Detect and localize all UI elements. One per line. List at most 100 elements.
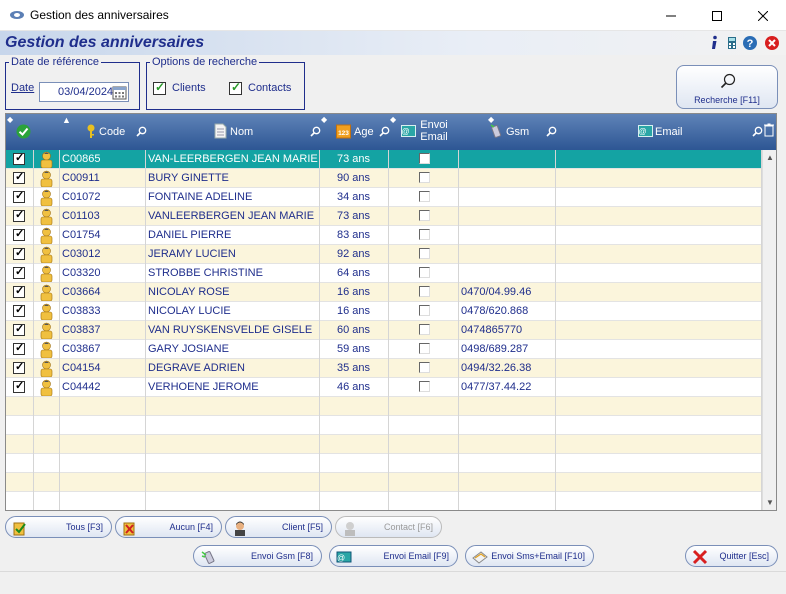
table-row[interactable]: C01072 FONTAINE ADELINE 34 ans — [6, 188, 762, 207]
svg-text:@: @ — [638, 127, 646, 136]
exit-icon[interactable] — [764, 35, 780, 51]
cell-email — [556, 435, 762, 454]
quit-button[interactable]: Quitter [Esc] — [685, 545, 778, 567]
grid-vertical-scrollbar[interactable]: ▲ ▼ — [762, 150, 776, 510]
calendar-123-icon: 123 — [336, 124, 351, 139]
cell-age: 16 ans — [320, 302, 389, 321]
row-select-checkbox[interactable] — [13, 227, 25, 241]
select-none-button[interactable]: Aucun [F4] — [115, 516, 222, 538]
col-envoi-email-label: Envoi Email — [420, 119, 448, 143]
col-code-label: Code — [99, 126, 126, 138]
cell-code-text: C03012 — [62, 248, 101, 260]
table-row[interactable]: C04154 DEGRAVE ADRIEN 35 ans 0494/32.26.38 — [6, 359, 762, 378]
row-select-checkbox[interactable] — [13, 341, 25, 355]
contacts-label: Contacts — [248, 82, 292, 94]
trash-icon[interactable] — [764, 123, 774, 137]
table-row[interactable]: C01103 VANLEERBERGEN JEAN MARIE 73 ans — [6, 207, 762, 226]
cell-envoi — [389, 397, 459, 416]
contact-button[interactable]: Contact [F6] — [335, 516, 442, 538]
cell-code-text: C01754 — [62, 229, 101, 241]
info-icon[interactable] — [706, 35, 722, 51]
calendar-icon[interactable] — [112, 85, 127, 100]
cell-icon — [34, 435, 60, 454]
clients-checkbox[interactable] — [153, 80, 166, 95]
col-header-select[interactable] — [6, 114, 34, 150]
cell-code: C00911 — [60, 169, 146, 188]
send-email-checkbox[interactable] — [419, 343, 430, 354]
cell-gsm — [459, 473, 556, 492]
send-email-checkbox[interactable] — [419, 267, 430, 278]
send-email-checkbox[interactable] — [419, 172, 430, 183]
contacts-checkbox[interactable] — [229, 80, 242, 95]
table-row[interactable]: C00865 VAN-LEERBERGEN JEAN MARIE 73 ans — [6, 150, 762, 169]
maximize-button[interactable] — [694, 0, 740, 31]
send-email-checkbox[interactable] — [419, 286, 430, 297]
cell-age: 73 ans — [320, 207, 389, 226]
help-icon[interactable]: ? — [742, 35, 758, 51]
col-header-email[interactable]: @ Email — [556, 114, 776, 150]
cell-age-text: 34 ans — [337, 191, 371, 203]
send-email-checkbox[interactable] — [419, 229, 430, 240]
search-button[interactable]: Recherche [F11] — [676, 65, 778, 109]
col-header-code[interactable]: Code — [60, 114, 147, 150]
row-select-checkbox[interactable] — [13, 322, 25, 336]
scroll-up-icon[interactable]: ▲ — [766, 153, 774, 162]
table-row[interactable]: C04442 VERHOENE JEROME 46 ans 0477/37.44.22 — [6, 378, 762, 397]
table-row[interactable]: C03833 NICOLAY LUCIE 16 ans 0478/620.868 — [6, 302, 762, 321]
col-header-age[interactable]: 123 Age — [320, 114, 390, 150]
send-email-checkbox[interactable] — [419, 305, 430, 316]
col-header-gsm[interactable]: Gsm — [459, 114, 557, 150]
email-envelope-icon: @ — [638, 125, 653, 137]
table-row[interactable]: C03867 GARY JOSIANE 59 ans 0498/689.287 — [6, 340, 762, 359]
cell-gsm — [459, 169, 556, 188]
row-select-checkbox[interactable] — [13, 246, 25, 260]
col-header-envoi-email[interactable]: @ Envoi Email — [389, 114, 459, 150]
row-select-checkbox[interactable] — [13, 151, 25, 165]
cell-age: 90 ans — [320, 169, 389, 188]
client-button[interactable]: Client [F5] — [225, 516, 332, 538]
scroll-down-icon[interactable]: ▼ — [766, 498, 774, 507]
send-email-checkbox[interactable] — [419, 248, 430, 259]
row-select-checkbox[interactable] — [13, 379, 25, 393]
table-row[interactable]: C03012 JERAMY LUCIEN 92 ans — [6, 245, 762, 264]
table-row[interactable]: C03320 STROBBE CHRISTINE 64 ans — [6, 264, 762, 283]
table-row[interactable]: C00911 BURY GINETTE 90 ans — [6, 169, 762, 188]
cell-envoi — [389, 264, 459, 283]
send-email-checkbox[interactable] — [419, 191, 430, 202]
row-select-checkbox[interactable] — [13, 170, 25, 184]
table-row[interactable]: C03837 VAN RUYSKENSVELDE GISELE 60 ans 0474… — [6, 321, 762, 340]
close-window-button[interactable] — [740, 0, 786, 31]
send-email-checkbox[interactable] — [419, 210, 430, 221]
row-select-checkbox[interactable] — [13, 265, 25, 279]
cell-icon — [34, 169, 60, 188]
row-select-checkbox[interactable] — [13, 284, 25, 298]
select-all-label: Tous [F3] — [65, 522, 103, 532]
calculator-icon[interactable] — [724, 35, 740, 51]
cell-envoi — [389, 245, 459, 264]
date-input[interactable]: 03/04/2024 — [39, 82, 129, 102]
send-gsm-button[interactable]: Envoi Gsm [F8] — [193, 545, 322, 567]
grid-header: ◆ ▲ Code Nom ◆ 123 Age ◆ @ Envoi Email ◆… — [6, 114, 776, 150]
send-email-checkbox[interactable] — [419, 324, 430, 335]
send-email-button[interactable]: @ Envoi Email [F9] — [329, 545, 458, 567]
minimize-button[interactable] — [648, 0, 694, 31]
cell-code-text: C01072 — [62, 191, 101, 203]
table-row[interactable]: C03664 NICOLAY ROSE 16 ans 0470/04.99.46 — [6, 283, 762, 302]
send-email-checkbox[interactable] — [419, 362, 430, 373]
col-header-nom[interactable]: Nom — [146, 114, 321, 150]
cell-envoi — [389, 207, 459, 226]
table-row[interactable]: C01754 DANIEL PIERRE 83 ans — [6, 226, 762, 245]
cell-icon — [34, 245, 60, 264]
send-email-checkbox[interactable] — [419, 153, 430, 164]
row-select-checkbox[interactable] — [13, 208, 25, 222]
cell-code: C01103 — [60, 207, 146, 226]
send-email-checkbox[interactable] — [419, 381, 430, 392]
select-all-button[interactable]: Tous [F3] — [5, 516, 112, 538]
row-select-checkbox[interactable] — [13, 360, 25, 374]
send-sms-email-button[interactable]: Envoi Sms+Email [F10] — [465, 545, 594, 567]
filter-search-icon[interactable] — [752, 126, 763, 137]
client-person-icon — [40, 151, 53, 168]
cell-age: 59 ans — [320, 340, 389, 359]
row-select-checkbox[interactable] — [13, 189, 25, 203]
row-select-checkbox[interactable] — [13, 303, 25, 317]
